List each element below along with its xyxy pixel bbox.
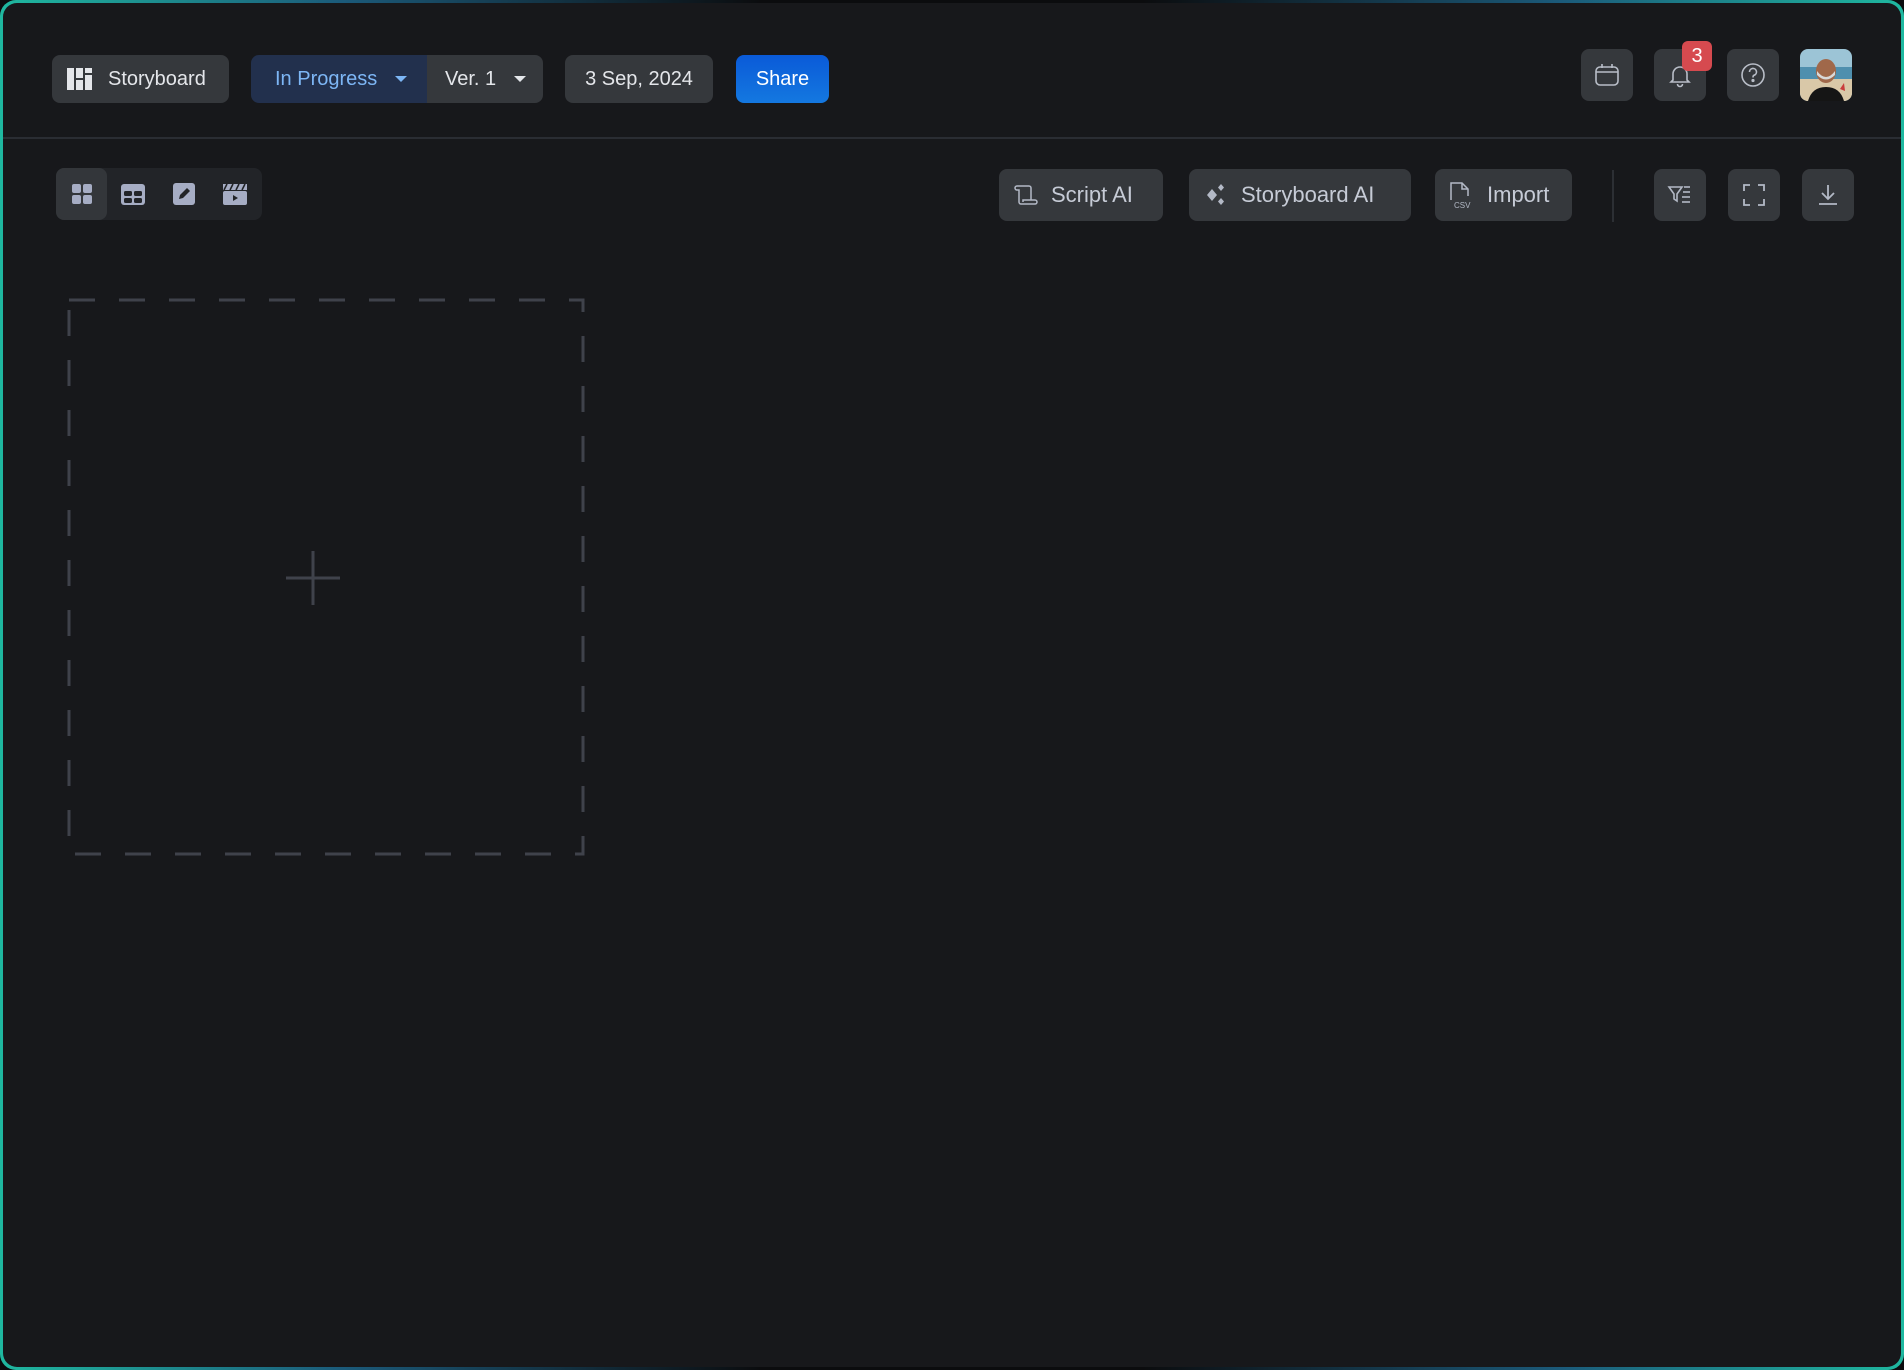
storyboard-ai-button[interactable]: Storyboard AI bbox=[1189, 169, 1411, 221]
import-label: Import bbox=[1487, 182, 1550, 207]
version-label: Ver. 1 bbox=[445, 67, 497, 90]
clapperboard-icon bbox=[222, 183, 247, 205]
status-dropdown[interactable]: In Progress bbox=[251, 55, 427, 103]
svg-text:CSV: CSV bbox=[1454, 201, 1471, 210]
import-button[interactable]: CSV Import bbox=[1435, 169, 1572, 221]
app-window: Storyboard In Progress Ver. 1 3 Sep, 202… bbox=[3, 3, 1901, 1367]
fullscreen-button[interactable] bbox=[1728, 169, 1780, 221]
download-icon bbox=[1819, 185, 1837, 205]
table-icon bbox=[120, 184, 145, 205]
plus-icon bbox=[286, 551, 340, 605]
table-view-button[interactable] bbox=[107, 168, 158, 220]
sparkles-icon bbox=[1207, 184, 1224, 205]
notification-badge: 3 bbox=[1682, 41, 1712, 71]
toolbar-divider bbox=[1612, 170, 1614, 222]
status-label: In Progress bbox=[275, 67, 378, 90]
user-avatar[interactable] bbox=[1800, 49, 1852, 101]
status-version-group: In Progress Ver. 1 bbox=[251, 55, 543, 103]
fullscreen-icon bbox=[1743, 184, 1765, 206]
pencil-icon bbox=[172, 183, 195, 205]
scene-view-button[interactable] bbox=[209, 168, 260, 220]
storyboard-logo-icon bbox=[67, 68, 92, 90]
view-switcher bbox=[56, 168, 262, 220]
filter-icon bbox=[1667, 186, 1690, 203]
download-button[interactable] bbox=[1802, 169, 1854, 221]
date-label: 3 Sep, 2024 bbox=[585, 67, 693, 90]
project-button[interactable]: Storyboard bbox=[52, 55, 229, 103]
edit-view-button[interactable] bbox=[158, 168, 209, 220]
share-button[interactable]: Share bbox=[736, 55, 829, 103]
version-dropdown[interactable]: Ver. 1 bbox=[427, 55, 543, 103]
chevron-down-icon bbox=[395, 76, 408, 82]
filter-button[interactable] bbox=[1654, 169, 1706, 221]
grid-icon bbox=[71, 184, 92, 204]
project-label: Storyboard bbox=[108, 67, 206, 90]
help-icon bbox=[1741, 63, 1765, 87]
calendar-button[interactable] bbox=[1581, 49, 1633, 101]
avatar-image bbox=[1800, 49, 1852, 101]
top-header: Storyboard In Progress Ver. 1 3 Sep, 202… bbox=[3, 3, 1901, 139]
chevron-down-icon bbox=[514, 76, 527, 82]
help-button[interactable] bbox=[1727, 49, 1779, 101]
grid-view-button[interactable] bbox=[56, 168, 107, 220]
date-button[interactable]: 3 Sep, 2024 bbox=[565, 55, 713, 103]
calendar-icon bbox=[1595, 64, 1619, 86]
script-scroll-icon bbox=[1014, 185, 1038, 205]
script-ai-label: Script AI bbox=[1051, 182, 1133, 207]
app-frame: Storyboard In Progress Ver. 1 3 Sep, 202… bbox=[0, 0, 1904, 1370]
script-ai-button[interactable]: Script AI bbox=[999, 169, 1163, 221]
storyboard-ai-label: Storyboard AI bbox=[1241, 182, 1375, 207]
csv-file-icon: CSV bbox=[1450, 182, 1471, 210]
